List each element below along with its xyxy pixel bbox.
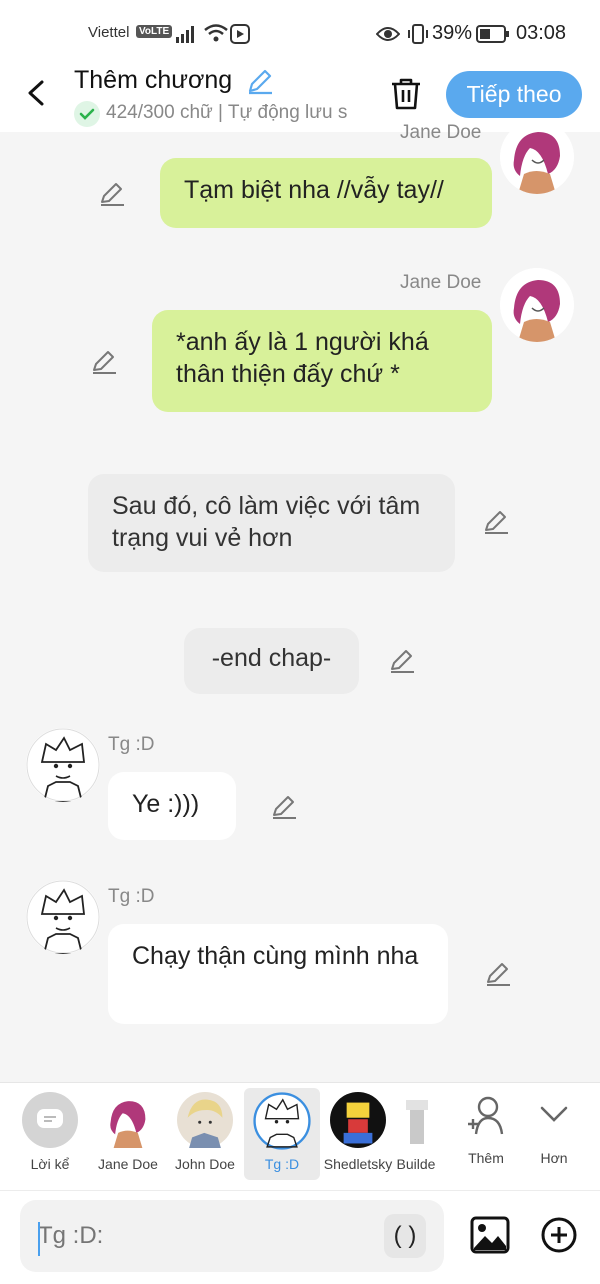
character-label: Tg :D: [264, 1156, 300, 1172]
message-bubble[interactable]: Tạm biệt nha //vẫy tay//: [160, 158, 492, 228]
word-count-autosave: 424/300 chữ | Tự động lưu s: [106, 102, 348, 123]
text-caret: [38, 1222, 40, 1256]
avatar-jane-doe[interactable]: [500, 120, 574, 194]
avatar-tg[interactable]: [26, 880, 100, 954]
character-label: Jane Doe: [98, 1156, 158, 1172]
john-doe-avatar-icon: [177, 1092, 233, 1148]
character-label: Hơn: [540, 1150, 568, 1166]
narration-bubble[interactable]: Sau đó, cô làm việc với tâm trạng vui vẻ…: [88, 474, 455, 572]
character-shedletsky[interactable]: Shedletsky: [320, 1092, 396, 1172]
volte-badge: VoLTE: [136, 25, 173, 38]
message-input[interactable]: [20, 1200, 444, 1272]
signal-icon: [176, 26, 194, 43]
character-label: Lời kể: [30, 1156, 70, 1172]
vibrate-icon: [408, 24, 428, 44]
shedletsky-avatar-icon: [330, 1092, 386, 1148]
tg-avatar-icon: [26, 728, 100, 802]
character-builder[interactable]: Builde: [396, 1092, 436, 1172]
builder-avatar-icon: [406, 1100, 428, 1144]
message-bubble[interactable]: Chạy thận cùng mình nha: [108, 924, 448, 1024]
avatar-jane-doe[interactable]: [500, 268, 574, 342]
message-bubble[interactable]: *anh ấy là 1 người khá thân thiện đấy ch…: [152, 310, 492, 412]
edit-message-icon[interactable]: [484, 960, 512, 988]
saved-check-icon: [74, 101, 100, 127]
character-tg-selected[interactable]: Tg :D: [244, 1088, 320, 1180]
trash-icon[interactable]: [386, 74, 426, 114]
speaker-name: Tg :D: [108, 734, 155, 755]
edit-message-icon[interactable]: [270, 793, 298, 821]
page-title: Thêm chương: [74, 66, 233, 94]
message-bubble[interactable]: Ye :))): [108, 772, 236, 840]
edit-message-icon[interactable]: [90, 348, 118, 376]
character-label: Builde: [396, 1156, 436, 1172]
back-arrow-icon[interactable]: [22, 76, 52, 110]
speaker-name: Jane Doe: [400, 272, 482, 293]
character-label: Thêm: [468, 1150, 504, 1166]
chapter-end-bubble[interactable]: -end chap-: [184, 628, 359, 694]
edit-message-icon[interactable]: [388, 647, 416, 675]
battery-icon: [476, 25, 509, 43]
chevron-down-icon: [540, 1106, 568, 1122]
jane-doe-avatar-icon: [500, 120, 574, 194]
add-character-button[interactable]: Thêm: [448, 1094, 524, 1166]
jane-doe-avatar-icon: [100, 1092, 156, 1148]
image-icon[interactable]: [470, 1216, 510, 1254]
clock: 03:08: [516, 22, 567, 44]
character-john-doe[interactable]: John Doe: [167, 1092, 243, 1172]
add-person-icon: [468, 1096, 504, 1135]
character-narration[interactable]: Lời kể: [12, 1092, 88, 1172]
speaker-name: Jane Doe: [400, 122, 482, 143]
plus-circle-icon[interactable]: [540, 1216, 578, 1254]
tg-avatar-icon: [26, 880, 100, 954]
next-button[interactable]: Tiếp theo: [446, 71, 582, 118]
eye-icon: [376, 27, 400, 41]
character-jane-doe[interactable]: Jane Doe: [90, 1092, 166, 1172]
edit-title-pencil-icon[interactable]: [246, 67, 274, 95]
cast-icon: [230, 24, 250, 44]
parentheses-button[interactable]: ( ): [384, 1214, 426, 1258]
wifi-icon: [204, 24, 228, 42]
battery-percent: 39%: [432, 22, 473, 44]
more-characters-button[interactable]: Hơn: [516, 1094, 592, 1166]
avatar-tg[interactable]: [26, 728, 100, 802]
tg-avatar-icon: [253, 1092, 311, 1150]
character-label: John Doe: [175, 1156, 235, 1172]
edit-message-icon[interactable]: [98, 180, 126, 208]
carrier-label: Viettel: [88, 24, 130, 41]
edit-message-icon[interactable]: [482, 508, 510, 536]
character-label: Shedletsky: [323, 1156, 393, 1172]
jane-doe-avatar-icon: [500, 268, 574, 342]
narration-icon: [22, 1092, 78, 1148]
speaker-name: Tg :D: [108, 886, 155, 907]
